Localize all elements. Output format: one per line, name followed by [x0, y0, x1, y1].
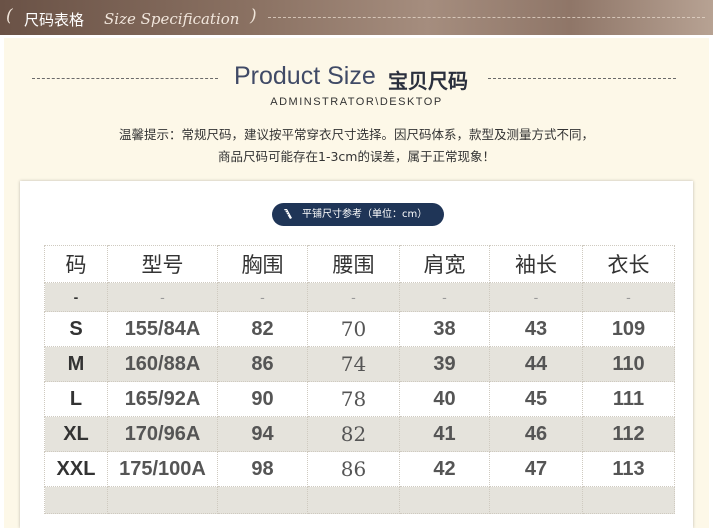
- table-cell: 82: [307, 416, 400, 452]
- table-cell: [217, 486, 308, 514]
- table-cell: 112: [582, 416, 675, 452]
- table-row: S 155/84A 82 70 38 43 109: [44, 311, 675, 347]
- table-cell: [307, 486, 400, 514]
- table-cell: 111: [582, 381, 675, 417]
- table-cell: 90: [217, 381, 308, 417]
- product-size-heading: Product Size 宝贝尺码: [4, 60, 709, 100]
- table-cell: 165/92A: [107, 381, 218, 417]
- heading-dash-left: [32, 78, 218, 79]
- header-cell-chest: 胸围: [217, 245, 308, 283]
- table-cell: 78: [307, 381, 400, 417]
- heading-title-en: Product Size: [234, 62, 376, 90]
- table-cell: 38: [399, 311, 490, 347]
- table-cell: 39: [399, 346, 490, 382]
- table-cell: 41: [399, 416, 490, 452]
- table-cell: -: [582, 282, 675, 312]
- table-cell: 46: [489, 416, 583, 452]
- table-cell: -: [489, 282, 583, 312]
- heading-dash-right: [488, 78, 676, 79]
- table-cell: 170/96A: [107, 416, 218, 452]
- table-cell: 42: [399, 451, 490, 487]
- heading-path: ADMINSTRATOR\DESKTOP: [270, 96, 443, 108]
- table-cell: 109: [582, 311, 675, 347]
- table-cell: -: [107, 282, 218, 312]
- table-cell: 43: [489, 311, 583, 347]
- table-cell: 113: [582, 451, 675, 487]
- table-cell: [44, 486, 108, 514]
- section-banner: ( 尺码表格 Size Specification ): [0, 0, 713, 35]
- heading-title-zh: 宝贝尺码: [388, 69, 468, 93]
- table-cell: 40: [399, 381, 490, 417]
- table-empty-row: [44, 486, 675, 514]
- table-placeholder-row: - - - - - - -: [44, 282, 675, 312]
- size-panel: Product Size 宝贝尺码 ADMINSTRATOR\DESKTOP 温…: [4, 38, 709, 528]
- size-table-card: 平铺尺寸参考（单位：cm） 码 型号 胸围 腰围 肩宽 袖长 衣长 - - - …: [20, 181, 693, 528]
- table-cell: 45: [489, 381, 583, 417]
- table-label-text: 平铺尺寸参考（单位：cm）: [302, 209, 428, 220]
- table-cell: 160/88A: [107, 346, 218, 382]
- header-cell-model: 型号: [107, 245, 218, 283]
- table-cell: 47: [489, 451, 583, 487]
- table-cell: 110: [582, 346, 675, 382]
- table-cell: 74: [307, 346, 400, 382]
- table-cell: [489, 486, 583, 514]
- header-cell-size: 码: [44, 245, 108, 283]
- table-row: XL 170/96A 94 82 41 46 112: [44, 416, 675, 452]
- table-cell: 175/100A: [107, 451, 218, 487]
- notice-line-2: 商品尺码可能存在1-3cm的误差，属于正常现象！: [218, 149, 495, 164]
- table-header-row: 码 型号 胸围 腰围 肩宽 袖长 衣长: [44, 245, 675, 283]
- banner-title-en: Size Specification: [104, 10, 240, 28]
- table-cell: [107, 486, 218, 514]
- header-cell-length: 衣长: [582, 245, 675, 283]
- table-cell: -: [44, 282, 108, 312]
- header-cell-sleeve: 袖长: [489, 245, 583, 283]
- table-row: M 160/88A 86 74 39 44 110: [44, 346, 675, 382]
- banner-divider: [268, 17, 705, 18]
- table-cell: 94: [217, 416, 308, 452]
- table-row: L 165/92A 90 78 40 45 111: [44, 381, 675, 417]
- table-cell: L: [44, 381, 108, 417]
- table-cell: 86: [307, 451, 400, 487]
- banner-paren-left: (: [6, 6, 13, 26]
- notice-line-1: 温馨提示：常规尺码，建议按平常穿衣尺寸选择。因尺码体系，款型及测量方式不同，: [118, 127, 594, 142]
- header-cell-shoulder: 肩宽: [399, 245, 490, 283]
- table-label-pill: 平铺尺寸参考（单位：cm）: [272, 203, 444, 226]
- table-cell: [582, 486, 675, 514]
- header-cell-waist: 腰围: [307, 245, 400, 283]
- table-cell: S: [44, 311, 108, 347]
- table-cell: XXL: [44, 451, 108, 487]
- table-cell: -: [217, 282, 308, 312]
- table-cell: 44: [489, 346, 583, 382]
- table-cell: 155/84A: [107, 311, 218, 347]
- ruler-icon: [284, 209, 292, 219]
- table-cell: -: [307, 282, 400, 312]
- table-cell: 98: [217, 451, 308, 487]
- table-cell: 82: [217, 311, 308, 347]
- table-cell: 70: [307, 311, 400, 347]
- banner-title-zh: 尺码表格: [24, 11, 85, 29]
- table-cell: [399, 486, 490, 514]
- banner-paren-right: ): [250, 6, 257, 26]
- table-cell: 86: [217, 346, 308, 382]
- table-cell: -: [399, 282, 490, 312]
- table-cell: XL: [44, 416, 108, 452]
- table-row: XXL 175/100A 98 86 42 47 113: [44, 451, 675, 487]
- table-cell: M: [44, 346, 108, 382]
- size-table: 码 型号 胸围 腰围 肩宽 袖长 衣长 - - - - - - - S 155/…: [44, 245, 675, 514]
